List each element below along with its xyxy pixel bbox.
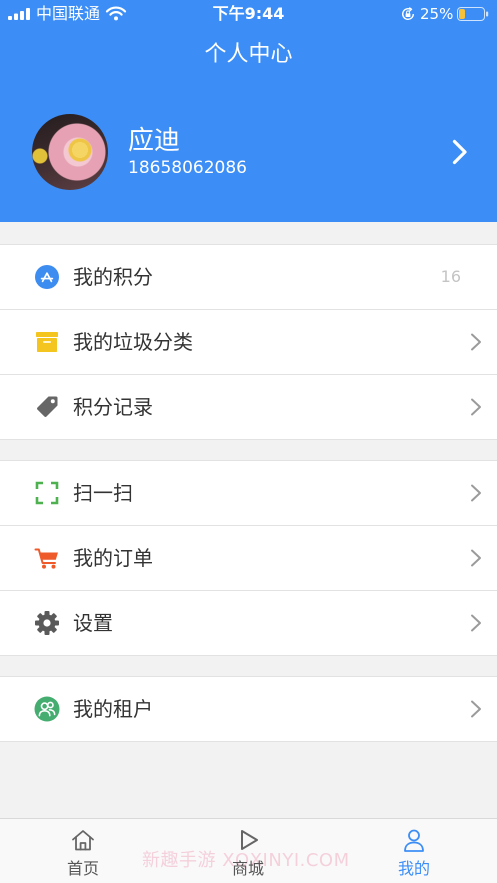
battery-icon	[457, 7, 489, 21]
menu-item-my-points[interactable]: 我的积分 16	[0, 245, 497, 310]
tab-profile[interactable]: 我的	[364, 818, 464, 883]
cart-icon	[34, 548, 58, 569]
archive-box-icon	[36, 332, 58, 352]
menu-section-tools: 扫一扫 我的订单 设置	[0, 460, 497, 656]
menu-item-label: 我的订单	[73, 546, 153, 570]
menu-section-tenants: 我的租户	[0, 676, 497, 742]
menu-item-label: 我的积分	[73, 265, 153, 289]
menu-item-label: 我的垃圾分类	[73, 330, 193, 354]
tab-label: 商城	[231, 859, 264, 878]
page-title: 个人中心	[204, 42, 293, 67]
profile-header: 中国联通 下午9:44 25% 个人中心 应迪 18658062086	[0, 0, 497, 222]
tab-label: 首页	[66, 859, 99, 878]
user-icon	[404, 829, 424, 852]
profile-phone[interactable]: 18658062086	[128, 157, 247, 179]
profile-chevron-right-icon[interactable]	[450, 138, 470, 166]
menu-item-my-tenants[interactable]: 我的租户	[0, 677, 497, 742]
menu-section-points: 我的积分 16 我的垃圾分类 积分记录	[0, 244, 497, 440]
users-icon	[34, 696, 60, 722]
chevron-right-icon	[471, 549, 481, 567]
menu-item-label: 积分记录	[73, 395, 153, 419]
gear-icon	[35, 611, 59, 635]
chevron-right-icon	[471, 614, 481, 632]
menu-item-scan[interactable]: 扫一扫	[0, 461, 497, 526]
menu-item-settings[interactable]: 设置	[0, 591, 497, 656]
play-icon	[241, 830, 258, 850]
menu-item-label: 设置	[73, 611, 113, 635]
menu-item-my-orders[interactable]: 我的订单	[0, 526, 497, 591]
chevron-right-icon	[471, 700, 481, 718]
menu-item-label: 扫一扫	[73, 481, 133, 505]
chevron-right-icon	[471, 398, 481, 416]
chevron-right-icon	[471, 333, 481, 351]
home-icon	[72, 830, 94, 851]
tag-icon	[37, 396, 58, 417]
avatar[interactable]	[32, 114, 108, 190]
chevron-right-icon	[471, 484, 481, 502]
tab-label: 我的	[397, 859, 430, 878]
menu-item-label: 我的租户	[73, 697, 153, 721]
tab-mall[interactable]: 商城	[198, 818, 298, 883]
app-store-icon	[35, 265, 59, 289]
tab-home[interactable]: 首页	[33, 818, 133, 883]
battery-percentage: 25%	[420, 5, 454, 23]
scan-icon	[35, 481, 59, 505]
profile-name[interactable]: 应迪	[128, 126, 180, 157]
menu-item-points-history[interactable]: 积分记录	[0, 375, 497, 440]
menu-item-my-garbage-sorting[interactable]: 我的垃圾分类	[0, 310, 497, 375]
rotation-lock-icon	[402, 7, 415, 20]
points-value: 16	[440, 267, 461, 286]
